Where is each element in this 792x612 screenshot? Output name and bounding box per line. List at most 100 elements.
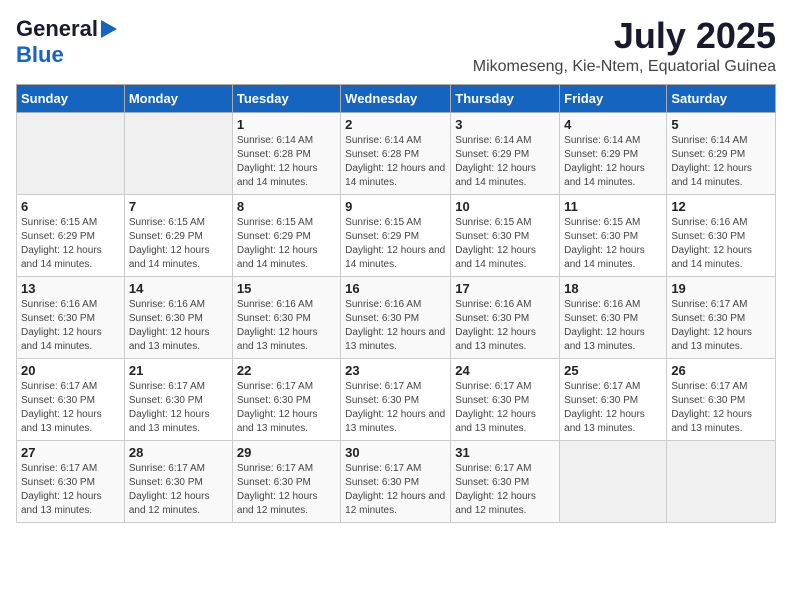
- calendar-cell: 6 Sunrise: 6:15 AM Sunset: 6:29 PM Daylig…: [17, 194, 125, 276]
- logo-blue: Blue: [16, 42, 64, 67]
- calendar-cell: 26 Sunrise: 6:17 AM Sunset: 6:30 PM Dayli…: [667, 358, 776, 440]
- day-number: 19: [671, 281, 771, 296]
- calendar-cell: 9Sunrise: 6:15 AM Sunset: 6:29 PM Daylig…: [341, 194, 451, 276]
- calendar-cell: 17 Sunrise: 6:16 AM Sunset: 6:30 PM Dayli…: [451, 276, 560, 358]
- day-info: Sunrise: 6:15 AM Sunset: 6:30 PM Dayligh…: [564, 216, 662, 272]
- day-header-saturday: Saturday: [667, 84, 776, 112]
- location-subtitle: Mikomeseng, Kie-Ntem, Equatorial Guinea: [473, 58, 776, 76]
- days-header-row: SundayMondayTuesdayWednesdayThursdayFrid…: [17, 84, 776, 112]
- calendar-cell: 20 Sunrise: 6:17 AM Sunset: 6:30 PM Dayli…: [17, 358, 125, 440]
- day-info: Sunrise: 6:15 AM Sunset: 6:29 PM Dayligh…: [129, 216, 228, 272]
- day-number: 23: [345, 363, 446, 378]
- title-block: July 2025 Mikomeseng, Kie-Ntem, Equatori…: [473, 16, 776, 76]
- calendar-cell: 19 Sunrise: 6:17 AM Sunset: 6:30 PM Dayli…: [667, 276, 776, 358]
- calendar-cell: 23Sunrise: 6:17 AM Sunset: 6:30 PM Dayli…: [341, 358, 451, 440]
- day-info: Sunrise: 6:17 AM Sunset: 6:30 PM Dayligh…: [129, 462, 228, 518]
- day-number: 4: [564, 117, 662, 132]
- calendar-week-row: 1Sunrise: 6:14 AM Sunset: 6:28 PM Daylig…: [17, 112, 776, 194]
- calendar-cell: 11 Sunrise: 6:15 AM Sunset: 6:30 PM Dayli…: [560, 194, 667, 276]
- day-number: 17: [455, 281, 555, 296]
- day-number: 24: [455, 363, 555, 378]
- calendar-cell: 22 Sunrise: 6:17 AM Sunset: 6:30 PM Dayli…: [232, 358, 340, 440]
- day-info: Sunrise: 6:16 AM Sunset: 6:30 PM Dayligh…: [237, 298, 336, 354]
- calendar-week-row: 13 Sunrise: 6:16 AM Sunset: 6:30 PM Dayli…: [17, 276, 776, 358]
- calendar-cell: [124, 112, 232, 194]
- calendar-cell: 10 Sunrise: 6:15 AM Sunset: 6:30 PM Dayli…: [451, 194, 560, 276]
- day-info: Sunrise: 6:17 AM Sunset: 6:30 PM Dayligh…: [345, 462, 446, 518]
- day-number: 3: [455, 117, 555, 132]
- day-number: 21: [129, 363, 228, 378]
- day-number: 10: [455, 199, 555, 214]
- day-info: Sunrise: 6:17 AM Sunset: 6:30 PM Dayligh…: [21, 380, 120, 436]
- calendar-cell: 14 Sunrise: 6:16 AM Sunset: 6:30 PM Dayli…: [124, 276, 232, 358]
- calendar-cell: 21 Sunrise: 6:17 AM Sunset: 6:30 PM Dayli…: [124, 358, 232, 440]
- day-info: Sunrise: 6:17 AM Sunset: 6:30 PM Dayligh…: [671, 298, 771, 354]
- page-header: General Blue July 2025 Mikomeseng, Kie-N…: [16, 16, 776, 76]
- day-info: Sunrise: 6:17 AM Sunset: 6:30 PM Dayligh…: [21, 462, 120, 518]
- day-number: 8: [237, 199, 336, 214]
- day-number: 13: [21, 281, 120, 296]
- day-header-tuesday: Tuesday: [232, 84, 340, 112]
- calendar-cell: 1Sunrise: 6:14 AM Sunset: 6:28 PM Daylig…: [232, 112, 340, 194]
- calendar-cell: 7 Sunrise: 6:15 AM Sunset: 6:29 PM Daylig…: [124, 194, 232, 276]
- day-header-monday: Monday: [124, 84, 232, 112]
- logo: General Blue: [16, 16, 117, 68]
- day-info: Sunrise: 6:17 AM Sunset: 6:30 PM Dayligh…: [671, 380, 771, 436]
- day-info: Sunrise: 6:16 AM Sunset: 6:30 PM Dayligh…: [455, 298, 555, 354]
- day-header-wednesday: Wednesday: [341, 84, 451, 112]
- day-number: 2: [345, 117, 446, 132]
- calendar-cell: 27 Sunrise: 6:17 AM Sunset: 6:30 PM Dayli…: [17, 440, 125, 522]
- day-number: 30: [345, 445, 446, 460]
- day-number: 16: [345, 281, 446, 296]
- calendar-cell: 24 Sunrise: 6:17 AM Sunset: 6:30 PM Dayli…: [451, 358, 560, 440]
- day-info: Sunrise: 6:17 AM Sunset: 6:30 PM Dayligh…: [455, 380, 555, 436]
- day-number: 22: [237, 363, 336, 378]
- calendar-cell: [560, 440, 667, 522]
- calendar-cell: 30 Sunrise: 6:17 AM Sunset: 6:30 PM Dayli…: [341, 440, 451, 522]
- month-year-title: July 2025: [473, 16, 776, 56]
- day-number: 5: [671, 117, 771, 132]
- day-number: 11: [564, 199, 662, 214]
- day-info: Sunrise: 6:17 AM Sunset: 6:30 PM Dayligh…: [237, 380, 336, 436]
- day-info: Sunrise: 6:17 AM Sunset: 6:30 PM Dayligh…: [237, 462, 336, 518]
- day-info: Sunrise: 6:14 AM Sunset: 6:28 PM Dayligh…: [345, 134, 446, 190]
- day-number: 14: [129, 281, 228, 296]
- day-number: 29: [237, 445, 336, 460]
- day-info: Sunrise: 6:15 AM Sunset: 6:30 PM Dayligh…: [455, 216, 555, 272]
- calendar-cell: 18Sunrise: 6:16 AM Sunset: 6:30 PM Dayli…: [560, 276, 667, 358]
- day-number: 25: [564, 363, 662, 378]
- calendar-cell: 3 Sunrise: 6:14 AM Sunset: 6:29 PM Daylig…: [451, 112, 560, 194]
- day-info: Sunrise: 6:15 AM Sunset: 6:29 PM Dayligh…: [345, 216, 446, 272]
- day-number: 26: [671, 363, 771, 378]
- day-number: 18: [564, 281, 662, 296]
- day-number: 6: [21, 199, 120, 214]
- day-number: 27: [21, 445, 120, 460]
- day-number: 20: [21, 363, 120, 378]
- calendar-cell: 4 Sunrise: 6:14 AM Sunset: 6:29 PM Daylig…: [560, 112, 667, 194]
- day-info: Sunrise: 6:16 AM Sunset: 6:30 PM Dayligh…: [21, 298, 120, 354]
- day-header-friday: Friday: [560, 84, 667, 112]
- calendar-week-row: 6 Sunrise: 6:15 AM Sunset: 6:29 PM Daylig…: [17, 194, 776, 276]
- day-info: Sunrise: 6:14 AM Sunset: 6:29 PM Dayligh…: [564, 134, 662, 190]
- calendar-cell: 31Sunrise: 6:17 AM Sunset: 6:30 PM Dayli…: [451, 440, 560, 522]
- calendar-cell: 2 Sunrise: 6:14 AM Sunset: 6:28 PM Daylig…: [341, 112, 451, 194]
- day-info: Sunrise: 6:16 AM Sunset: 6:30 PM Dayligh…: [129, 298, 228, 354]
- calendar-cell: 12 Sunrise: 6:16 AM Sunset: 6:30 PM Dayli…: [667, 194, 776, 276]
- day-number: 28: [129, 445, 228, 460]
- calendar-table: SundayMondayTuesdayWednesdayThursdayFrid…: [16, 84, 776, 523]
- calendar-week-row: 27 Sunrise: 6:17 AM Sunset: 6:30 PM Dayli…: [17, 440, 776, 522]
- calendar-cell: 25 Sunrise: 6:17 AM Sunset: 6:30 PM Dayli…: [560, 358, 667, 440]
- day-info: Sunrise: 6:14 AM Sunset: 6:29 PM Dayligh…: [455, 134, 555, 190]
- day-info: Sunrise: 6:14 AM Sunset: 6:29 PM Dayligh…: [671, 134, 771, 190]
- day-info: Sunrise: 6:15 AM Sunset: 6:29 PM Dayligh…: [21, 216, 120, 272]
- calendar-cell: 8Sunrise: 6:15 AM Sunset: 6:29 PM Daylig…: [232, 194, 340, 276]
- day-number: 12: [671, 199, 771, 214]
- day-info: Sunrise: 6:16 AM Sunset: 6:30 PM Dayligh…: [671, 216, 771, 272]
- day-number: 7: [129, 199, 228, 214]
- calendar-cell: [17, 112, 125, 194]
- calendar-cell: 28 Sunrise: 6:17 AM Sunset: 6:30 PM Dayli…: [124, 440, 232, 522]
- calendar-cell: [667, 440, 776, 522]
- day-info: Sunrise: 6:17 AM Sunset: 6:30 PM Dayligh…: [129, 380, 228, 436]
- day-info: Sunrise: 6:17 AM Sunset: 6:30 PM Dayligh…: [455, 462, 555, 518]
- day-info: Sunrise: 6:17 AM Sunset: 6:30 PM Dayligh…: [564, 380, 662, 436]
